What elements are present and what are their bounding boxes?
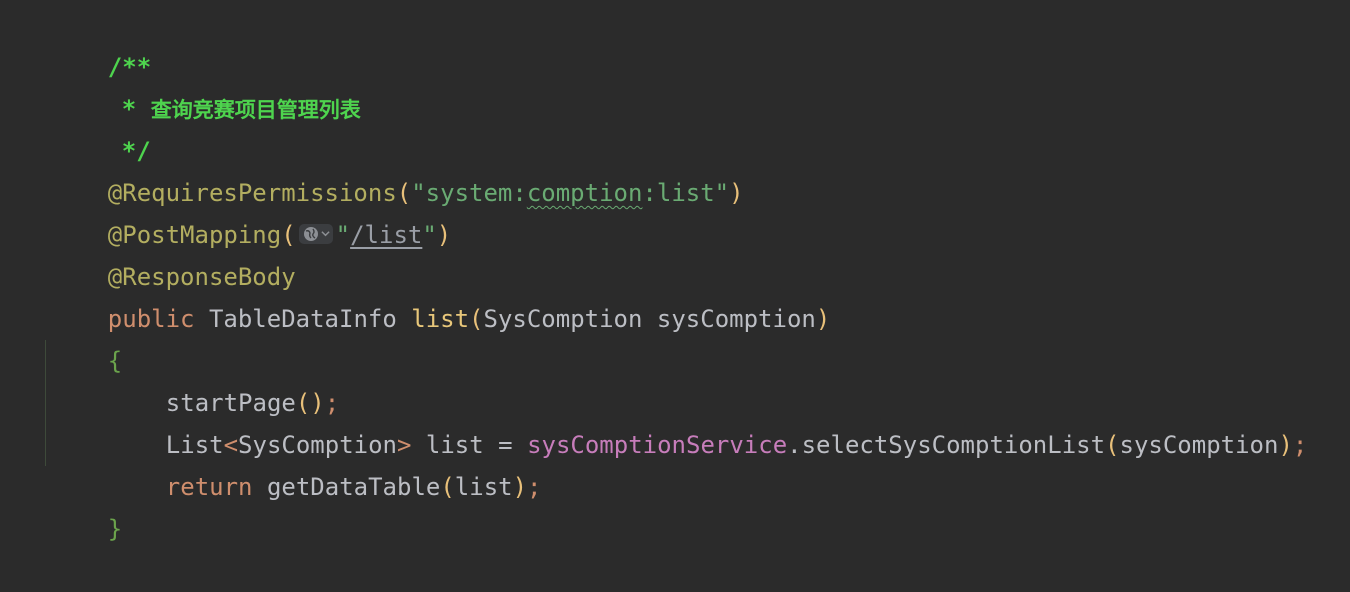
code-line-select-list[interactable]: List<SysComption> list = sysComptionServ… (108, 382, 1308, 459)
paren-open: ( (440, 473, 455, 501)
code-line-post-mapping[interactable]: @PostMapping("/list") (50, 172, 451, 249)
arg-list: list (454, 473, 513, 501)
string-quote-close: " (422, 221, 437, 249)
string-quote-open: " (335, 221, 351, 249)
dot: . (787, 431, 802, 459)
string-permission-suffix: :list" (642, 179, 730, 207)
chevron-down-icon (321, 231, 330, 237)
indent-guide (45, 340, 46, 466)
code-line-start-page[interactable]: startPage(); (108, 340, 339, 417)
paren-close: ) (815, 305, 831, 333)
globe-icon (303, 227, 318, 241)
url-path-link[interactable]: /list (350, 221, 422, 249)
string-permission-typo[interactable]: comption (527, 179, 643, 207)
return-type: TableDataInfo (208, 305, 397, 333)
paren-close: ) (512, 473, 528, 501)
code-line-requires-permissions[interactable]: @RequiresPermissions("system:comption:li… (50, 130, 744, 207)
paren-open: ( (469, 305, 484, 333)
code-editor[interactable]: /** * 查询竞赛项目管理列表 */ @RequiresPermissions… (0, 0, 1350, 543)
field-service: sysComptionService (527, 431, 788, 459)
call-get-data-table: getDataTable (266, 473, 441, 501)
code-line-close-brace[interactable]: } (50, 466, 122, 543)
paren-close: ) (729, 179, 744, 207)
code-line-method-signature[interactable]: public TableDataInfo list(SysComption sy… (50, 256, 831, 333)
call-select-list: selectSysComptionList (801, 431, 1106, 459)
code-line-doc-close[interactable]: */ (64, 88, 151, 165)
paren-open: ( (1105, 431, 1120, 459)
endpoint-inlay-hint[interactable] (298, 224, 333, 244)
arg-sys-comption: sysComption (1119, 431, 1279, 459)
brace-close: } (107, 515, 123, 543)
paren-close: ) (1278, 431, 1293, 459)
paren-close: ) (436, 221, 452, 249)
doc-comment-text: 查询竞赛项目管理列表 (150, 98, 361, 122)
code-line-return[interactable]: return getDataTable(list); (108, 424, 542, 501)
code-line-response-body[interactable]: @ResponseBody (50, 214, 296, 291)
code-line-doc-text[interactable]: * 查询竞赛项目管理列表 (64, 46, 361, 123)
keyword-return: return (165, 473, 253, 501)
semicolon: ; (1292, 431, 1308, 459)
code-line-doc-open[interactable]: /** (50, 4, 151, 81)
semicolon: ; (527, 473, 542, 501)
method-name: list (411, 305, 470, 333)
param-type: SysComption (483, 305, 643, 333)
param-name: sysComption (656, 305, 816, 333)
code-line-open-brace[interactable]: { (50, 298, 122, 375)
